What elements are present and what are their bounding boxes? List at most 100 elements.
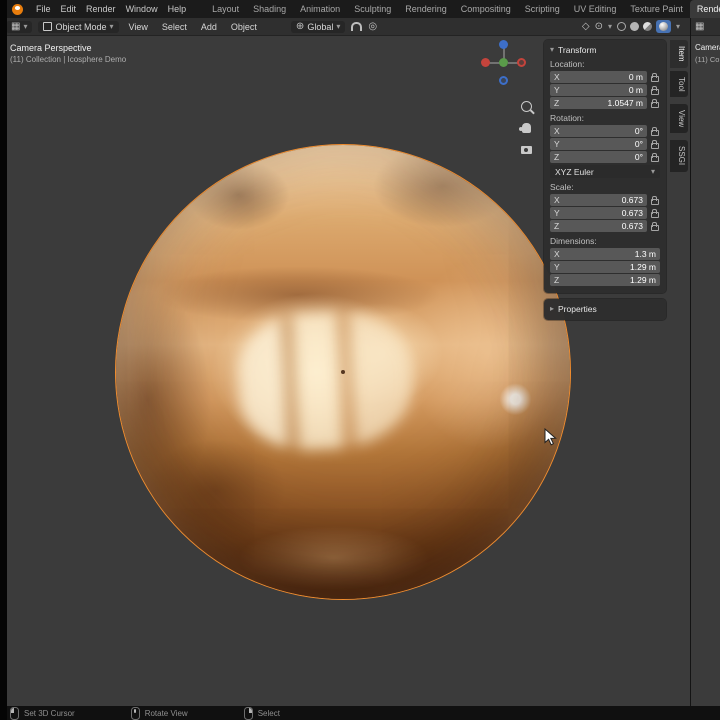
lock-button[interactable]: [649, 138, 660, 150]
mouse-middle-icon: [131, 707, 140, 720]
vh-menu-object[interactable]: Object: [227, 22, 261, 32]
gizmo-z-neg-axis[interactable]: [499, 76, 508, 85]
vh-menu-add[interactable]: Add: [197, 22, 221, 32]
axis-value: 0.673: [622, 208, 643, 218]
rotation-y-row: Y 0°: [550, 138, 660, 150]
sidebar-tab-view[interactable]: View: [670, 104, 688, 133]
secondary-viewport[interactable]: ▦ Camera (11) Col: [690, 18, 720, 706]
topbar: File Edit Render Window Help Layout Shad…: [0, 0, 720, 18]
editor-type-dropdown[interactable]: ▦ ▾: [6, 21, 32, 33]
dimensions-y-field[interactable]: Y 1.29 m: [550, 261, 660, 273]
vh-menu-view[interactable]: View: [125, 22, 152, 32]
rotation-z-field[interactable]: Z 0°: [550, 151, 647, 163]
secondary-view-label: Camera: [695, 43, 720, 52]
rotation-mode-dropdown[interactable]: XYZ Euler ▾: [550, 165, 660, 178]
zoom-button[interactable]: [518, 98, 534, 114]
rotation-x-field[interactable]: X 0°: [550, 125, 647, 137]
vh-menu-select[interactable]: Select: [158, 22, 191, 32]
lock-button[interactable]: [649, 151, 660, 163]
view-perspective-label: Camera Perspective: [10, 43, 92, 53]
gizmo-toggle-icon[interactable]: ◇: [582, 22, 590, 32]
workspace-tab-sculpting[interactable]: Sculpting: [347, 0, 398, 18]
shading-material-icon[interactable]: [643, 22, 652, 31]
dimensions-x-field[interactable]: X 1.3 m: [550, 248, 660, 260]
menu-file[interactable]: File: [31, 0, 56, 18]
gizmo-z-axis[interactable]: [499, 40, 508, 49]
lock-button[interactable]: [649, 84, 660, 96]
axis-label: Y: [554, 139, 560, 149]
menu-render[interactable]: Render: [81, 0, 121, 18]
collection-label: (11) Collection | Icosphere Demo: [10, 55, 126, 64]
menu-edit[interactable]: Edit: [56, 0, 82, 18]
dimensions-z-field[interactable]: Z 1.29 m: [550, 274, 660, 286]
menu-help[interactable]: Help: [163, 0, 192, 18]
gizmo-y-axis[interactable]: [499, 58, 508, 67]
workspace-tab-rendering[interactable]: Rendering: [398, 0, 454, 18]
chevron-down-icon[interactable]: ▾: [608, 23, 612, 31]
sidebar-tab-item[interactable]: Item: [670, 40, 688, 68]
axis-value: 1.0547 m: [608, 98, 643, 108]
sidebar-tab-strip: Item Tool View SSGI: [670, 40, 688, 172]
scale-y-row: Y 0.673: [550, 207, 660, 219]
shading-rendered-active[interactable]: [656, 20, 671, 33]
object-mode-icon: [43, 22, 52, 31]
dimensions-x-row: X 1.3 m: [550, 248, 660, 260]
gizmo-x-pos-axis[interactable]: [517, 58, 526, 67]
axis-label: X: [554, 72, 560, 82]
lock-button[interactable]: [649, 97, 660, 109]
lock-button[interactable]: [649, 71, 660, 83]
properties-panel-header[interactable]: ▸ Properties: [550, 304, 660, 314]
statusbar-label: Rotate View: [145, 709, 188, 718]
rotation-z-row: Z 0°: [550, 151, 660, 163]
workspace-tab-scripting[interactable]: Scripting: [518, 0, 567, 18]
snap-magnet-icon[interactable]: [351, 22, 362, 31]
mode-dropdown[interactable]: Object Mode ▾: [38, 21, 118, 33]
location-y-field[interactable]: Y 0 m: [550, 84, 647, 96]
workspace-tab-rendering-001[interactable]: Rendering.001: [690, 0, 720, 18]
scale-x-field[interactable]: X 0.673: [550, 194, 647, 206]
scale-x-row: X 0.673: [550, 194, 660, 206]
lock-button[interactable]: [649, 194, 660, 206]
viewport-3d[interactable]: Camera Perspective (11) Collection | Ico…: [0, 36, 690, 706]
workspace-tab-texture-paint[interactable]: Texture Paint: [623, 0, 690, 18]
lock-button[interactable]: [649, 125, 660, 137]
blender-logo-icon[interactable]: [12, 4, 23, 15]
lock-button[interactable]: [649, 207, 660, 219]
globe-icon: ⊕: [296, 22, 304, 32]
lock-button[interactable]: [649, 220, 660, 232]
lock-icon: [651, 156, 659, 162]
axis-value: 0.673: [622, 221, 643, 231]
camera-view-button[interactable]: [518, 142, 534, 158]
icosphere-object[interactable]: [116, 145, 570, 599]
rotation-x-row: X 0°: [550, 125, 660, 137]
location-x-field[interactable]: X 0 m: [550, 71, 647, 83]
workspace-tab-layout[interactable]: Layout: [205, 0, 246, 18]
rotation-label: Rotation:: [550, 113, 660, 123]
chevron-down-icon[interactable]: ▾: [676, 23, 680, 31]
statusbar-select: Select: [244, 707, 280, 720]
axis-value: 0°: [635, 139, 643, 149]
rotation-y-field[interactable]: Y 0°: [550, 138, 647, 150]
overlays-icon[interactable]: ⊙: [595, 22, 603, 32]
gizmo-x-neg-axis[interactable]: [481, 58, 490, 67]
editor-type-icon[interactable]: ▦: [695, 22, 704, 32]
transform-title: Transform: [558, 45, 596, 55]
workspace-tab-uv-editing[interactable]: UV Editing: [567, 0, 624, 18]
orientation-dropdown[interactable]: ⊕ Global ▾: [291, 21, 345, 33]
sidebar-tab-ssgi[interactable]: SSGI: [670, 140, 688, 171]
location-z-field[interactable]: Z 1.0547 m: [550, 97, 647, 109]
dimensions-z-row: Z 1.29 m: [550, 274, 660, 286]
workspace-tab-compositing[interactable]: Compositing: [454, 0, 518, 18]
proportional-edit-icon[interactable]: ◎: [368, 22, 377, 32]
shading-wireframe-icon[interactable]: [617, 22, 626, 31]
pan-button[interactable]: [518, 120, 534, 136]
sidebar-tab-tool[interactable]: Tool: [670, 71, 688, 98]
workspace-tab-animation[interactable]: Animation: [293, 0, 347, 18]
shading-solid-icon[interactable]: [630, 22, 639, 31]
workspace-tab-shading[interactable]: Shading: [246, 0, 293, 18]
menu-window[interactable]: Window: [121, 0, 163, 18]
transform-panel-header[interactable]: ▾ Transform: [550, 45, 660, 55]
navigation-gizmo[interactable]: [480, 38, 528, 86]
scale-y-field[interactable]: Y 0.673: [550, 207, 647, 219]
scale-z-field[interactable]: Z 0.673: [550, 220, 647, 232]
